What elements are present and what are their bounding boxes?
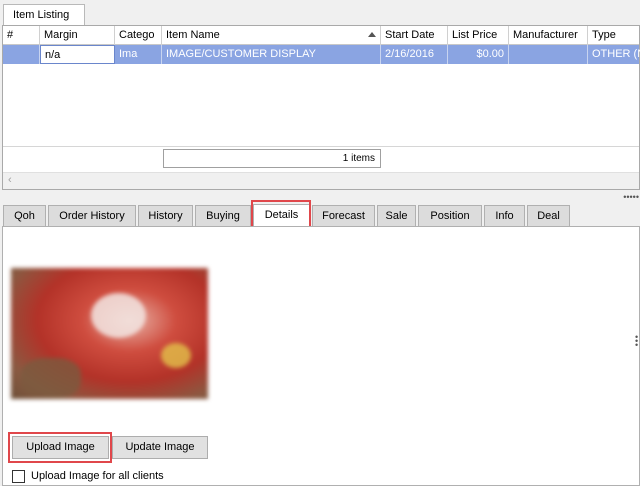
cell-type[interactable]: OTHER (N bbox=[588, 45, 640, 64]
upload-all-clients-checkbox[interactable] bbox=[12, 470, 25, 483]
column-header-item-name[interactable]: Item Name bbox=[162, 26, 381, 45]
cell-manufacturer[interactable] bbox=[509, 45, 588, 64]
cell-list-price[interactable]: $0.00 bbox=[448, 45, 509, 64]
splitter-grip-icon[interactable]: ••••• bbox=[623, 192, 639, 202]
cell-start-date[interactable]: 2/16/2016 bbox=[381, 45, 448, 64]
cell-category[interactable]: Ima bbox=[115, 45, 162, 64]
scroll-left-icon[interactable]: ‹ bbox=[8, 174, 12, 186]
column-header-start-date[interactable]: Start Date bbox=[381, 26, 448, 45]
column-header-margin[interactable]: Margin bbox=[40, 26, 115, 45]
tab-forecast[interactable]: Forecast bbox=[312, 205, 375, 227]
item-image bbox=[11, 268, 208, 399]
tab-buying[interactable]: Buying bbox=[195, 205, 251, 227]
tab-sale[interactable]: Sale bbox=[377, 205, 416, 227]
tab-order-history[interactable]: Order History bbox=[48, 205, 136, 227]
table-row[interactable]: n/a Ima IMAGE/CUSTOMER DISPLAY 2/16/2016… bbox=[3, 45, 640, 64]
grid-footer-divider bbox=[3, 146, 639, 147]
cell-margin-editor[interactable]: n/a bbox=[40, 45, 115, 64]
panel-resize-grip-icon[interactable]: • • • bbox=[635, 333, 639, 350]
upload-all-clients-label: Upload Image for all clients bbox=[31, 470, 164, 482]
horizontal-scrollbar[interactable]: ‹ bbox=[3, 172, 639, 189]
grid-header: # Margin Catego Item Name Start Date Lis… bbox=[3, 26, 639, 45]
tab-details[interactable]: Details bbox=[253, 204, 310, 228]
tab-qoh[interactable]: Qoh bbox=[3, 205, 46, 227]
item-grid: # Margin Catego Item Name Start Date Lis… bbox=[2, 25, 640, 190]
tab-info[interactable]: Info bbox=[484, 205, 525, 227]
tab-item-listing-label: Item Listing bbox=[13, 9, 70, 21]
details-panel: Upload Image Update Image Upload Image f… bbox=[2, 226, 640, 486]
column-header-category[interactable]: Catego bbox=[115, 26, 162, 45]
detail-tabstrip: Qoh Order History History Buying Details… bbox=[3, 204, 573, 228]
tab-deal[interactable]: Deal bbox=[527, 205, 570, 227]
item-count-summary: 1 items bbox=[163, 149, 381, 168]
update-image-button[interactable]: Update Image bbox=[112, 436, 208, 459]
column-header-number[interactable]: # bbox=[3, 26, 40, 45]
cell-number[interactable] bbox=[3, 45, 40, 64]
tab-item-listing[interactable]: Item Listing bbox=[3, 4, 85, 25]
tab-position[interactable]: Position bbox=[418, 205, 482, 227]
cell-item-name[interactable]: IMAGE/CUSTOMER DISPLAY bbox=[162, 45, 381, 64]
upload-image-button[interactable]: Upload Image bbox=[12, 436, 109, 459]
column-header-list-price[interactable]: List Price bbox=[448, 26, 509, 45]
column-header-type[interactable]: Type bbox=[588, 26, 640, 45]
column-header-manufacturer[interactable]: Manufacturer bbox=[509, 26, 588, 45]
tab-history[interactable]: History bbox=[138, 205, 193, 227]
sort-ascending-icon bbox=[368, 32, 376, 37]
